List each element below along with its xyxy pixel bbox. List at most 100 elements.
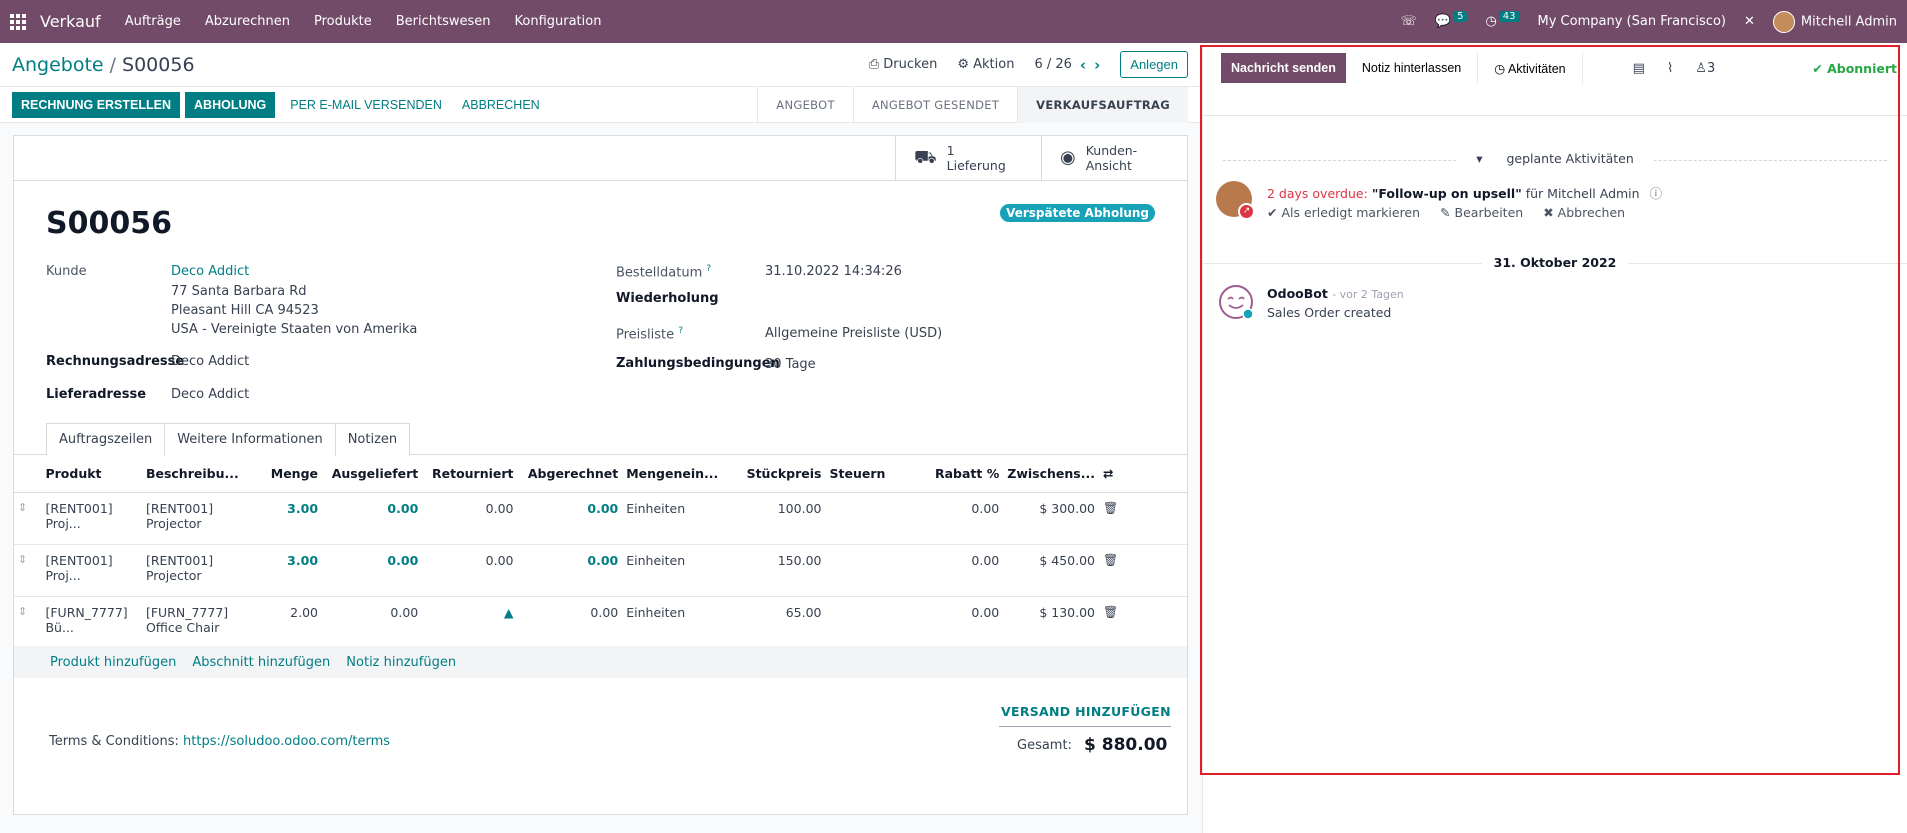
table-row[interactable]: ⇕ [FURN_7777] Bü... [FURN_7777] Office Ch… [14,596,1187,649]
cell-uom[interactable]: Einheiten [622,544,723,597]
table-row[interactable]: ⇕ [RENT001] Proj... [RENT001] Projector 3… [14,544,1187,597]
header-unit-price[interactable]: Stückpreis [722,455,826,493]
header-returned[interactable]: Retourniert [422,455,518,493]
cell-taxes[interactable] [825,544,931,597]
pager-value[interactable]: 6 / 26 [1034,57,1071,72]
cell-delivered[interactable]: 0.00 [322,596,423,649]
stage-quotation[interactable]: ANGEBOT [757,86,853,123]
cancel-button[interactable]: ABBRECHEN [452,92,550,118]
send-email-button[interactable]: PER E-MAIL VERSENDEN [280,92,452,118]
invoice-address-value[interactable]: Deco Addict [171,354,249,369]
menu-configuration[interactable]: Konfiguration [515,14,602,29]
add-section-link[interactable]: Abschnitt hinzufügen [192,655,330,670]
cell-unit-price[interactable]: 65.00 [722,596,826,649]
tab-order-lines[interactable]: Auftragszeilen [46,423,166,456]
header-invoiced[interactable]: Abgerechnet [517,455,623,493]
info-icon[interactable]: ⓘ [1650,186,1663,201]
cell-delivered[interactable]: 0.00 [322,492,423,545]
drag-handle-icon[interactable]: ⇕ [14,492,42,545]
trash-icon[interactable]: 🗑 [1098,596,1165,649]
tools-icon[interactable]: ✕ [1744,14,1755,29]
cell-returned[interactable]: ▲ [422,596,518,649]
action-button[interactable]: ⚙ Aktion [957,57,1014,72]
pickup-button[interactable]: ABHOLUNG [185,91,276,118]
payment-terms-value[interactable]: 30 Tage [765,357,816,372]
tab-notes[interactable]: Notizen [334,423,411,456]
cell-discount[interactable]: 0.00 [930,596,1004,649]
trash-icon[interactable]: 🗑 [1098,544,1165,597]
cell-quantity[interactable]: 3.00 [264,492,323,545]
cell-uom[interactable]: Einheiten [622,492,723,545]
delivery-address-value[interactable]: Deco Addict [171,387,249,402]
activities-button[interactable]: ◷ Aktivitäten [1478,52,1583,84]
cell-discount[interactable]: 0.00 [930,492,1004,545]
cell-product[interactable]: [FURN_7777] Bü... [41,596,142,649]
user-menu[interactable]: Mitchell Admin [1772,10,1897,33]
help-icon[interactable]: ? [678,326,683,336]
cell-discount[interactable]: 0.00 [930,544,1004,597]
cell-product[interactable]: [RENT001] Proj... [41,492,142,545]
pricelist-value[interactable]: Allgemeine Preisliste (USD) [765,326,942,341]
add-shipping-button[interactable]: VERSAND HINZUFÜGEN [1001,704,1171,719]
planned-activities-toggle[interactable]: ▾ geplante Aktivitäten [1203,151,1907,166]
pager-next-icon[interactable]: › [1094,56,1100,74]
cell-invoiced[interactable]: 0.00 [517,544,623,597]
table-row[interactable]: ⇕ [RENT001] Proj... [RENT001] Projector 3… [14,492,1187,545]
cell-unit-price[interactable]: 150.00 [722,544,826,597]
pager-prev-icon[interactable]: ‹ [1080,56,1086,74]
cell-description[interactable]: [RENT001] Projector [141,492,265,545]
cell-uom[interactable]: Einheiten [622,596,723,649]
cell-invoiced[interactable]: 0.00 [517,596,623,649]
messages-menu[interactable]: 💬 5 [1435,11,1468,29]
customer-preview-button[interactable]: ◉ Kunden- Ansicht [1041,136,1187,180]
print-button[interactable]: ⎙ Drucken [869,57,938,72]
header-discount[interactable]: Rabatt % [930,455,1004,493]
book-icon[interactable]: ▤ [1633,61,1645,76]
add-product-link[interactable]: Produkt hinzufügen [50,655,176,670]
log-note-button[interactable]: Notiz hinterlassen [1345,53,1479,83]
header-quantity[interactable]: Menge [264,455,323,493]
header-uom[interactable]: Mengenein... [622,455,723,493]
cell-delivered[interactable]: 0.00 [322,544,423,597]
drag-handle-icon[interactable]: ⇕ [14,596,42,649]
menu-reporting[interactable]: Berichtswesen [396,14,491,29]
app-name[interactable]: Verkauf [40,12,101,31]
order-date-value[interactable]: 31.10.2022 14:34:26 [765,264,902,279]
cell-quantity[interactable]: 2.00 [264,596,323,649]
header-delivered[interactable]: Ausgeliefert [322,455,423,493]
trash-icon[interactable]: 🗑 [1098,492,1165,545]
cell-taxes[interactable] [825,596,931,649]
cell-description[interactable]: [FURN_7777] Office Chair [141,596,265,649]
create-invoice-button[interactable]: RECHNUNG ERSTELLEN [12,91,181,118]
terms-link[interactable]: https://soludoo.odoo.com/terms [183,734,390,749]
cancel-activity-button[interactable]: ✖ Abbrechen [1543,205,1625,220]
paperclip-icon[interactable]: ⌇ [1667,61,1673,76]
drag-handle-icon[interactable]: ⇕ [14,544,42,597]
cell-returned[interactable]: 0.00 [422,544,518,597]
breadcrumb-parent[interactable]: Angebote [12,54,104,76]
header-taxes[interactable]: Steuern [825,455,931,493]
header-product[interactable]: Produkt [41,455,142,493]
help-icon[interactable]: ? [706,264,711,274]
followers-button[interactable]: ♙3 [1695,61,1715,76]
stage-quotation-sent[interactable]: ANGEBOT GESENDET [852,86,1017,123]
apps-menu-icon[interactable] [10,13,26,30]
author-name[interactable]: OdooBot [1267,286,1328,301]
cell-quantity[interactable]: 3.00 [264,544,323,597]
send-message-button[interactable]: Nachricht senden [1221,53,1346,83]
menu-products[interactable]: Produkte [314,14,372,29]
edit-activity-button[interactable]: ✎ Bearbeiten [1440,205,1523,220]
phone-icon[interactable]: ☏ [1401,14,1417,29]
tab-other-info[interactable]: Weitere Informationen [164,423,336,456]
activities-menu[interactable]: ◷ 43 [1485,11,1520,29]
cell-invoiced[interactable]: 0.00 [517,492,623,545]
following-button[interactable]: ✔ Abonniert [1812,61,1897,76]
menu-orders[interactable]: Aufträge [125,14,181,29]
cell-unit-price[interactable]: 100.00 [722,492,826,545]
cell-returned[interactable]: 0.00 [422,492,518,545]
company-switcher[interactable]: My Company (San Francisco) [1538,14,1726,29]
stage-sales-order[interactable]: VERKAUFSAUFTRAG [1017,86,1188,123]
delivery-smart-button[interactable]: ⛟ 1 Lieferung [895,136,1041,180]
menu-to-invoice[interactable]: Abzurechnen [205,14,290,29]
cell-description[interactable]: [RENT001] Projector [141,544,265,597]
